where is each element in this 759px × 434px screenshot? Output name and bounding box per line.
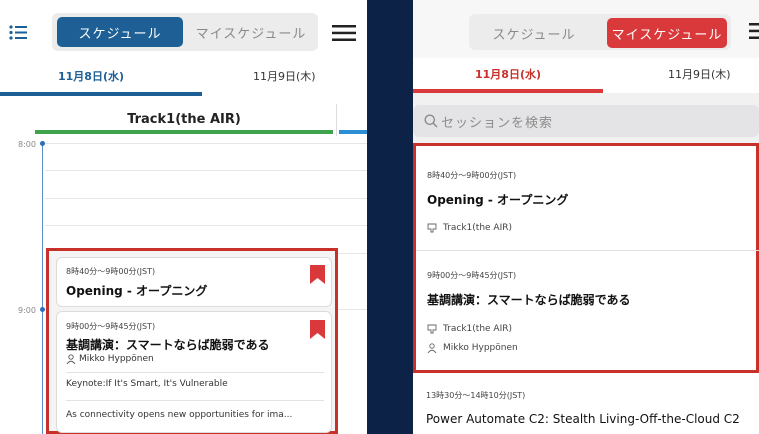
list-icon[interactable] [9,25,27,40]
hamburger-menu-icon[interactable] [749,23,759,39]
session-title: Opening - オープニング [427,193,569,207]
session-card-opening[interactable]: 8時40分～9時00分(JST) Opening - オープニング [56,257,332,307]
left-header: スケジュール マイスケジュール [0,0,367,68]
highlighted-sessions: 8時40分～9時00分(JST) Opening - オープニング 9時00分～… [46,248,338,434]
right-header: スケジュール マイスケジュール [413,0,759,64]
track-line: Track1(the AIR) [427,223,512,233]
session-time: 13時30分～14時10分(JST) [426,391,526,400]
schedule-segmented-control: スケジュール マイスケジュール [52,13,318,51]
card-divider [66,372,324,373]
location-icon [427,223,437,233]
person-icon [427,343,437,353]
session-search-input[interactable]: セッションを検索 [413,105,759,137]
tab-schedule[interactable]: スケジュール [57,17,183,47]
search-icon [424,114,438,128]
session-time: 8時40分～9時00分(JST) [427,171,517,180]
time-label-8: 8:00 [18,140,36,149]
left-phone-screen: スケジュール マイスケジュール 11月8日(水) 11月9日(木) Track1… [0,0,367,434]
tab-schedule[interactable]: スケジュール [474,18,594,48]
date-tab-nov8[interactable]: 11月8日(水) [475,66,541,82]
session-item-keynote[interactable]: 9時00分～9時45分(JST) 基調講演：スマートならば脆弱である Track… [416,251,756,369]
session-title: 基調講演：スマートならば脆弱である [427,293,631,307]
session-time: 8時40分～9時00分(JST) [66,267,156,276]
speaker-name: Mikko Hyppönen [79,354,154,364]
session-card-keynote[interactable]: 9時00分～9時45分(JST) 基調講演：スマートならば脆弱である Mikko… [56,311,332,433]
date-tabs: 11月8日(水) 11月9日(木) [0,62,367,96]
date-tab-nov9[interactable]: 11月9日(木) [668,66,731,82]
bookmark-icon[interactable] [310,320,325,339]
date-tab-nov8[interactable]: 11月8日(水) [58,68,124,84]
session-item-opening[interactable]: 8時40分～9時00分(JST) Opening - オープニング Track1… [416,146,756,250]
grid-line [45,143,367,144]
keynote-title-en: Keynote:If It's Smart, It's Vulnerable [66,379,228,389]
grid-line [45,225,367,226]
track-name: Track1(the AIR) [443,223,512,233]
schedule-segmented-control: スケジュール マイスケジュール [469,14,731,50]
session-title[interactable]: Power Automate C2: Stealth Living-Off-th… [426,412,740,426]
tab-my-schedule[interactable]: マイスケジュール [607,18,727,48]
track-color-bar [35,130,333,134]
search-placeholder: セッションを検索 [441,116,554,131]
track-divider [336,104,337,136]
card-divider [66,400,324,401]
grid-line [45,198,367,199]
next-track-color-bar [339,130,367,134]
time-label-9: 9:00 [18,306,36,315]
search-area: セッションを検索 [413,93,759,149]
session-title: 基調講演：スマートならば脆弱である [66,338,270,352]
person-icon [66,354,76,364]
right-phone-screen: スケジュール マイスケジュール 11月8日(水) 11月9日(木) セッションを… [413,0,759,434]
highlighted-sessions: 8時40分～9時00分(JST) Opening - オープニング Track1… [413,143,759,373]
location-icon [427,324,437,334]
session-title: Opening - オープニング [66,284,208,298]
speaker-line: Mikko Hyppönen [66,354,154,364]
session-time: 9時00分～9時45分(JST) [427,271,517,280]
session-description: As connectivity opens new opportunities … [66,410,293,420]
session-time: 9時00分～9時45分(JST) [66,322,156,331]
speaker-name: Mikko Hyppönen [443,343,518,353]
hamburger-menu-icon[interactable] [332,25,356,41]
track-line: Track1(the AIR) [427,324,512,334]
date-tab-nov9[interactable]: 11月9日(木) [253,68,316,84]
grid-line [45,170,367,171]
tab-my-schedule[interactable]: マイスケジュール [188,17,314,47]
track-name: Track1(the AIR) [443,324,512,334]
speaker-line: Mikko Hyppönen [427,343,518,353]
bookmark-icon[interactable] [310,265,325,284]
timeline-axis [42,142,43,434]
